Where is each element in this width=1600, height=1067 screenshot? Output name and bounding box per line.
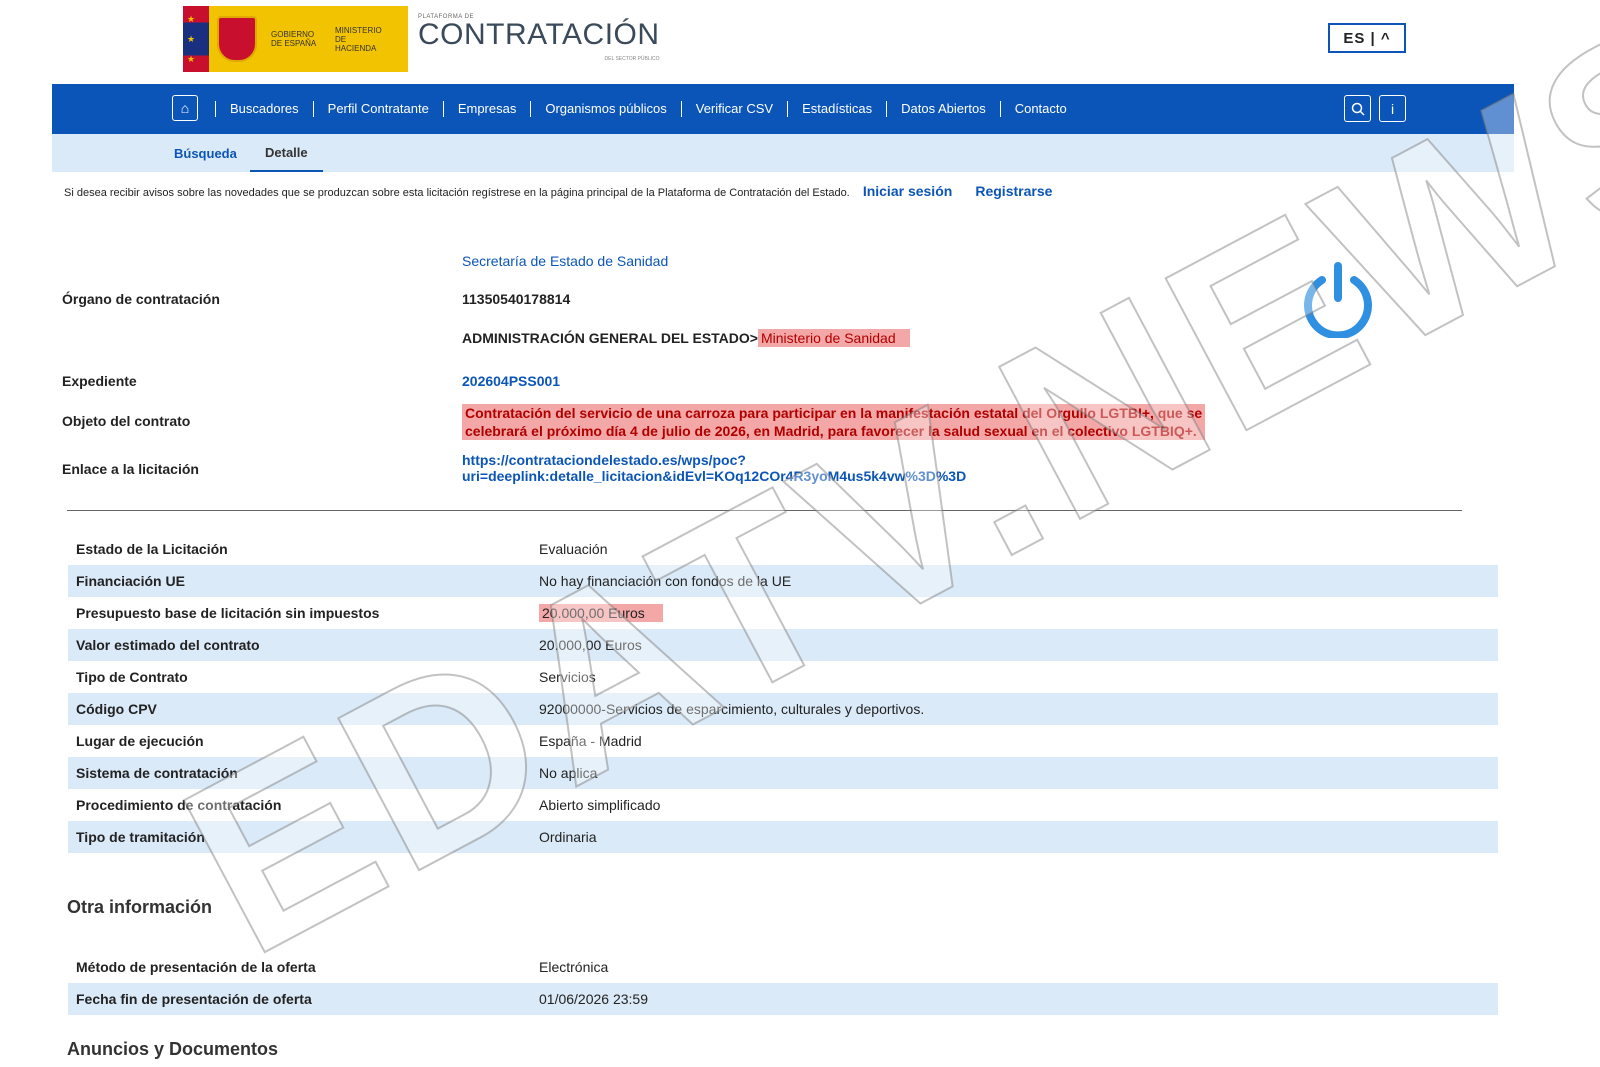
table-row: Presupuesto base de licitación sin impue… [68,597,1498,629]
search-icon[interactable] [1344,95,1371,122]
nav-item-estadisticas[interactable]: Estadísticas [787,101,886,117]
row-value: 20.000,00 Euros [539,637,642,653]
enlace-label: Enlace a la licitación [62,461,199,477]
section-anuncios-documentos: Anuncios y Documentos [67,1039,279,1059]
row-key: Financiación UE [76,573,185,589]
row-key: Tipo de tramitación [76,829,205,845]
objeto-line-2: celebrará el próximo día 4 de julio de 2… [462,422,1206,440]
nav-item-buscadores[interactable]: Buscadores [215,101,313,117]
row-key: Valor estimado del contrato [76,637,260,653]
table-row: Valor estimado del contrato 20.000,00 Eur… [68,629,1498,661]
tab-busqueda[interactable]: Búsqueda [174,134,237,172]
organ-path-highlight: Ministerio de Sanidad [757,329,910,347]
power-icon [1304,262,1372,338]
platform-brand[interactable]: PLATAFORMA DE CONTRATACIÓN DEL SECTOR PÚ… [418,14,660,62]
section-otra-informacion: Otra información [67,897,213,917]
coat-of-arms-icon [217,16,257,62]
table-row: Sistema de contratación No aplica [68,757,1498,789]
row-key: Fecha fin de presentación de oferta [76,991,312,1007]
brand-sub: DEL SECTOR PÚBLICO [604,56,660,62]
home-icon[interactable]: ⌂ [172,95,198,121]
organ-path: ADMINISTRACIÓN GENERAL DEL ESTADO> Minist… [462,329,910,347]
objeto-line-1: Contratación del servicio de una carroza… [462,404,1206,422]
divider [67,510,1462,511]
row-value: 92000000-Servicios de esparcimiento, cul… [539,701,925,717]
nav-items: Buscadores Perfil Contratante Empresas O… [215,84,1081,134]
row-value: Abierto simplificado [539,797,661,813]
table-row: Tipo de Contrato Servicios [68,661,1498,693]
organ-name[interactable]: Secretaría de Estado de Sanidad [462,253,668,269]
notice-text: Si desea recibir avisos sobre las noveda… [64,187,850,199]
table-row: Financiación UE No hay financiación con f… [68,565,1498,597]
expediente-label: Expediente [62,373,137,389]
row-key: Método de presentación de la oferta [76,959,316,975]
register-link[interactable]: Registrarse [975,183,1052,199]
nav-item-contacto[interactable]: Contacto [999,101,1081,117]
tab-detalle[interactable]: Detalle [250,134,323,172]
enlace-line-2: uri=deeplink:detalle_licitacion&idEvl=KO… [462,468,967,484]
details-table: Estado de la Licitación Evaluación Financ… [68,533,1498,853]
organ-label: Órgano de contratación [62,291,220,307]
nav-item-verificar-csv[interactable]: Verificar CSV [680,101,787,117]
row-value: Evaluación [539,541,608,557]
info-icon[interactable]: i [1379,95,1406,122]
table-row: Estado de la Licitación Evaluación [68,533,1498,565]
objeto-value: Contratación del servicio de una carroza… [462,404,1206,440]
expediente-value[interactable]: 202604PSS001 [462,373,560,389]
enlace-line-1: https://contrataciondelestado.es/wps/poc… [462,452,746,468]
eu-flag-icon: ★ ★ ★ [183,6,209,72]
row-key: Sistema de contratación [76,765,238,781]
row-key: Presupuesto base de licitación sin impue… [76,605,380,621]
table-row: Fecha fin de presentación de oferta 01/06… [68,983,1498,1015]
notice-bar: Si desea recibir avisos sobre las noveda… [64,183,1052,199]
otra-table: Método de presentación de la oferta Elect… [68,951,1498,1015]
nav-item-organismos[interactable]: Organismos públicos [530,101,680,117]
row-value: Electrónica [539,959,609,975]
row-value: Servicios [539,669,596,685]
table-row: Procedimiento de contratación Abierto sim… [68,789,1498,821]
enlace-link[interactable]: https://contrataciondelestado.es/wps/poc… [462,452,966,484]
table-row: Tipo de tramitación Ordinaria [68,821,1498,853]
row-value: Ordinaria [539,829,597,845]
row-value: 01/06/2026 23:59 [539,991,648,1007]
nav-item-empresas[interactable]: Empresas [442,101,531,117]
row-value: No hay financiación con fondos de la UE [539,573,792,589]
row-key: Lugar de ejecución [76,733,204,749]
objeto-label: Objeto del contrato [62,413,191,429]
organ-path-prefix: ADMINISTRACIÓN GENERAL DEL ESTADO> [462,330,758,346]
brand-main: CONTRATACIÓN [418,18,660,51]
ministry-text: MINISTERIO DE HACIENDA [335,25,382,53]
nav-tools: i [1344,95,1406,122]
row-value: España - Madrid [539,733,642,749]
row-key: Procedimiento de contratación [76,797,282,813]
table-row: Código CPV 92000000-Servicios de esparcim… [68,693,1498,725]
row-key: Tipo de Contrato [76,669,188,685]
table-row: Lugar de ejecución España - Madrid [68,725,1498,757]
nav-item-datos-abiertos[interactable]: Datos Abiertos [886,101,1000,117]
table-row: Método de presentación de la oferta Elect… [68,951,1498,983]
row-key: Estado de la Licitación [76,541,228,557]
language-selector[interactable]: ES | ^ [1328,23,1406,53]
login-link[interactable]: Iniciar sesión [863,183,952,199]
row-value: No aplica [539,765,598,781]
row-value-highlight: 20.000,00 Euros [539,604,663,622]
row-key: Código CPV [76,701,157,717]
gov-text: GOBIERNO DE ESPAÑA [271,30,317,48]
sub-nav: Búsqueda Detalle [52,134,1514,172]
government-logo: ★ ★ ★ GOBIERNO DE ESPAÑA MINISTERIO DE HAC… [183,6,408,72]
nav-item-perfil-contratante[interactable]: Perfil Contratante [312,101,443,117]
organ-code: 11350540178814 [462,291,571,307]
main-nav: ⌂ Buscadores Perfil Contratante Empresas… [52,84,1514,134]
